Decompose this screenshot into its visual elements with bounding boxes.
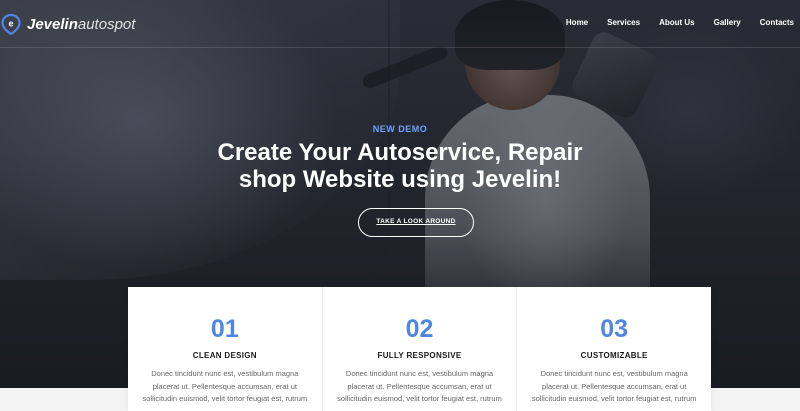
nav-gallery[interactable]: Gallery — [714, 18, 741, 27]
top-navigation: e Jevelin autospot Home Services About U… — [0, 0, 800, 48]
feature-card: 03 CUSTOMIZABLE Donec tincidunt nunc est… — [517, 287, 711, 411]
site-logo[interactable]: e Jevelin autospot — [0, 12, 135, 36]
logo-brand-name: Jevelin — [27, 15, 78, 33]
svg-text:e: e — [8, 19, 13, 29]
feature-title: CUSTOMIZABLE — [580, 351, 648, 360]
feature-number: 03 — [600, 315, 629, 343]
feature-title: FULLY RESPONSIVE — [377, 351, 462, 360]
feature-title: CLEAN DESIGN — [192, 351, 257, 360]
feature-card: 01 CLEAN DESIGN Donec tincidunt nunc est… — [128, 287, 323, 411]
feature-text: Donec tincidunt nunc est, vestibulum mag… — [337, 369, 502, 403]
features-row: 01 CLEAN DESIGN Donec tincidunt nunc est… — [128, 287, 711, 411]
feature-card: 02 FULLY RESPONSIVE Donec tincidunt nunc… — [323, 287, 518, 411]
nav-home[interactable]: Home — [566, 18, 588, 27]
nav-services[interactable]: Services — [607, 18, 640, 27]
feature-text: Donec tincidunt nunc est, vestibulum mag… — [142, 369, 308, 403]
feature-number: 01 — [210, 315, 239, 343]
hero-headline-line2: shop Website using Jevelin! — [238, 166, 562, 193]
hero-eyebrow: NEW DEMO — [372, 124, 428, 134]
nav-about-us[interactable]: About Us — [659, 18, 695, 27]
hero-headline: Create Your Autoservice, Repair shop Web… — [0, 139, 800, 193]
jevelin-logo-icon: e — [0, 13, 22, 35]
nav-contacts[interactable]: Contacts — [760, 18, 794, 27]
hero-headline-line1: Create Your Autoservice, Repair — [217, 139, 583, 166]
take-a-look-button[interactable]: TAKE A LOOK AROUND — [358, 208, 474, 237]
feature-number: 02 — [405, 315, 434, 343]
logo-brand-suffix: autospot — [77, 15, 136, 33]
feature-text: Donec tincidunt nunc est, vestibulum mag… — [531, 369, 697, 403]
main-menu: Home Services About Us Gallery Contacts — [547, 18, 794, 27]
